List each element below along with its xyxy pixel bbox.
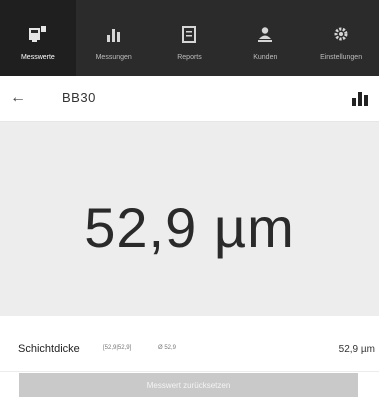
nav-label: Messwerte	[20, 54, 55, 61]
nav-item-kunden[interactable]: Kunden	[227, 0, 303, 76]
top-navigation: Messwerte Messungen Reports Kunden Einst…	[0, 0, 379, 76]
nav-item-reports[interactable]: Reports	[152, 0, 228, 76]
measurements-icon	[28, 24, 48, 44]
parameter-value: 52,9 µm	[338, 344, 375, 355]
chart-view-button[interactable]	[351, 90, 369, 106]
nav-item-messungen[interactable]: Messungen	[76, 0, 152, 76]
parameter-label: Schichtdicke	[18, 343, 80, 355]
nav-label: Reports	[177, 54, 202, 61]
nav-label: Kunden	[253, 54, 278, 61]
reading-value: 52,9 µm	[84, 196, 295, 259]
parameter-average: Ø 52,9	[158, 345, 177, 351]
parameter-range: [52,9|52,9]	[103, 345, 132, 351]
gear-icon	[331, 24, 351, 44]
reset-reading-button[interactable]: Messwert zurücksetzen	[19, 373, 358, 397]
bar-chart-icon	[352, 92, 368, 106]
nav-label: Messungen	[95, 54, 132, 61]
parameter-row: Schichtdicke [52,9|52,9] Ø 52,9 52,9 µm	[0, 316, 379, 372]
nav-item-einstellungen[interactable]: Einstellungen	[303, 0, 379, 76]
person-upload-icon	[255, 24, 275, 44]
nav-label: Einstellungen	[320, 54, 363, 61]
nav-item-messwerte[interactable]: Messwerte	[0, 0, 76, 76]
back-arrow-icon[interactable]: ←	[10, 89, 26, 107]
document-icon	[179, 24, 199, 44]
reading-panel: 52,9 µm	[0, 122, 379, 316]
detail-header: ← BB30	[0, 76, 379, 122]
bar-chart-icon	[104, 24, 124, 44]
page-title: BB30	[62, 90, 96, 105]
